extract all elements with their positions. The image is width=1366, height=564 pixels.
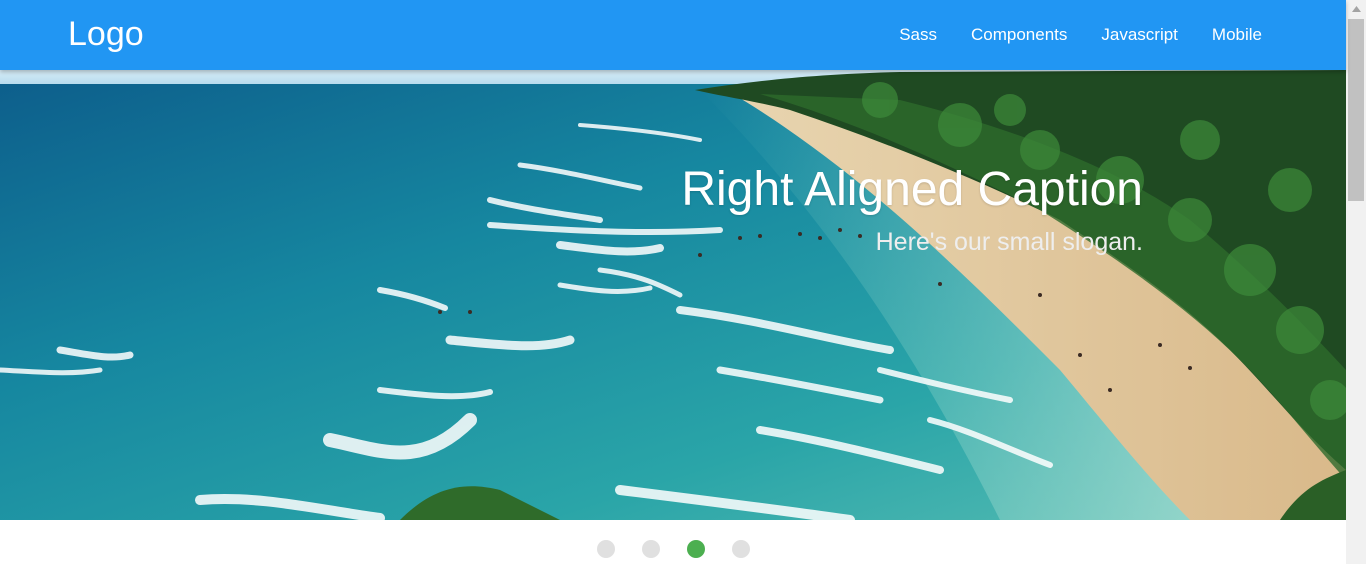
nav-link-mobile[interactable]: Mobile [1212,25,1262,45]
scrollbar-thumb[interactable] [1348,19,1364,201]
top-navbar: Logo Sass Components Javascript Mobile [0,0,1346,70]
caption-title: Right Aligned Caption [681,163,1143,216]
slider-indicator-3[interactable] [687,540,705,558]
slider-indicator-1[interactable] [597,540,615,558]
nav-link-javascript[interactable]: Javascript [1101,25,1178,45]
nav-link-components[interactable]: Components [971,25,1067,45]
nav-menu: Sass Components Javascript Mobile [865,0,1262,70]
logo-link[interactable]: Logo [68,14,144,54]
slider-indicator-4[interactable] [732,540,750,558]
slider-indicator-2[interactable] [642,540,660,558]
image-slider: Right Aligned Caption Here's our small s… [0,70,1346,520]
nav-link-sass[interactable]: Sass [899,25,937,45]
slide-caption: Right Aligned Caption Here's our small s… [681,162,1143,258]
beach-slide-image [0,70,1346,520]
triangle-up-icon[interactable] [1346,0,1366,17]
caption-slogan: Here's our small slogan. [875,228,1143,256]
slider-indicators [0,520,1346,564]
page-scrollbar[interactable] [1346,0,1366,564]
